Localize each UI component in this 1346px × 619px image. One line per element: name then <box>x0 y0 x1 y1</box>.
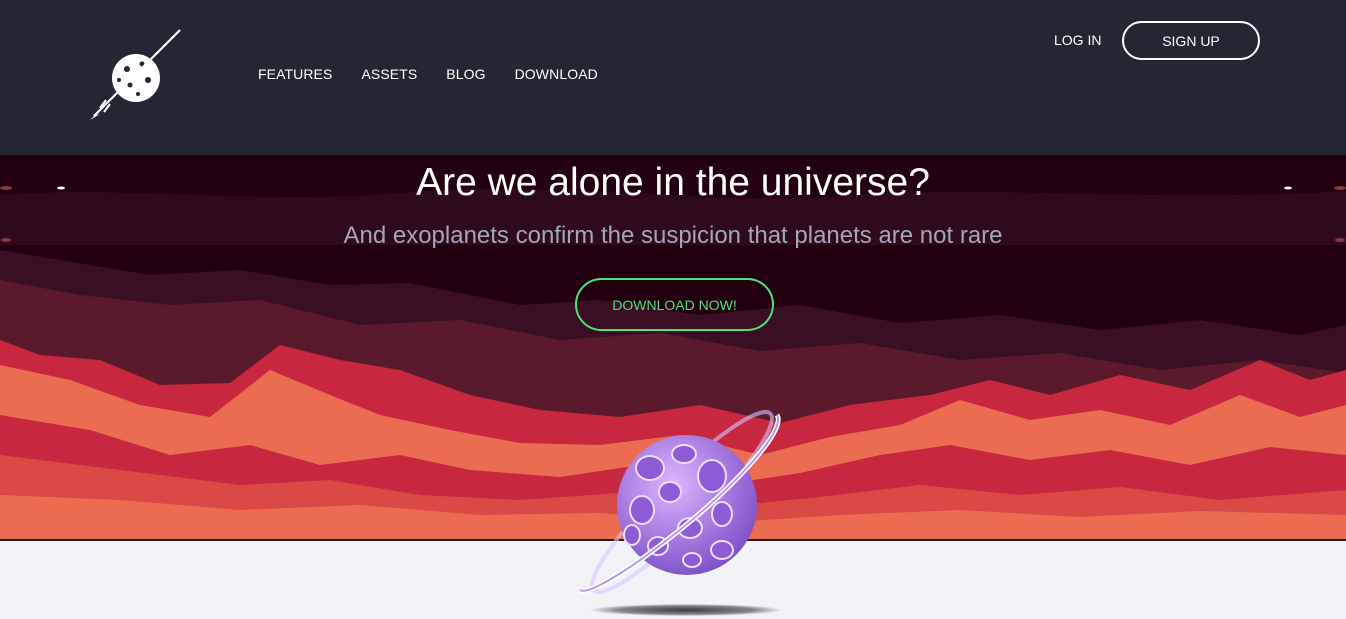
planet-shadow <box>591 604 781 616</box>
download-now-button[interactable]: DOWNLOAD NOW! <box>575 278 774 331</box>
login-link[interactable]: LOG IN <box>1054 32 1101 48</box>
signup-button[interactable]: SIGN UP <box>1122 21 1260 60</box>
purple-planet-with-ring-icon <box>578 410 781 595</box>
site-header: FEATURES ASSETS BLOG DOWNLOAD LOG IN SIG… <box>0 0 1346 155</box>
nav-blog-link[interactable]: BLOG <box>446 66 485 82</box>
planet-spear-logo-icon[interactable] <box>86 28 182 124</box>
main-nav: FEATURES ASSETS BLOG DOWNLOAD <box>258 66 598 82</box>
nav-assets-link[interactable]: ASSETS <box>361 66 417 82</box>
hero-title: Are we alone in the universe? <box>416 161 930 204</box>
hero-subtitle: And exoplanets confirm the suspicion tha… <box>343 222 1003 249</box>
nav-download-link[interactable]: DOWNLOAD <box>515 66 598 82</box>
nav-features-link[interactable]: FEATURES <box>258 66 332 82</box>
